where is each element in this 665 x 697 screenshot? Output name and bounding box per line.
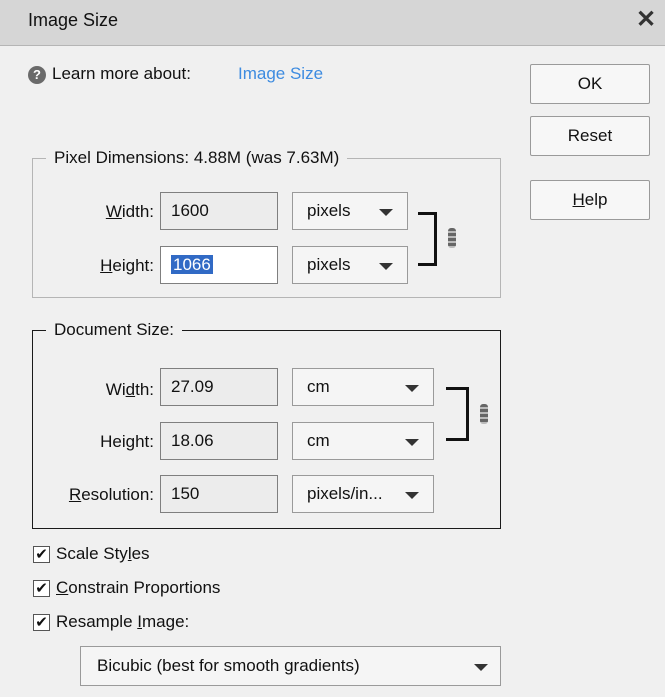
resample-image-label[interactable]: Resample Image:: [56, 612, 189, 632]
resolution-unit-value: pixels/in...: [307, 484, 383, 503]
pixel-width-unit-value: pixels: [307, 201, 351, 220]
chevron-down-icon: [405, 439, 419, 446]
dialog-title: Image Size: [28, 10, 119, 30]
resolution-field[interactable]: 150: [160, 475, 278, 513]
constrain-bracket-bottom: [418, 263, 436, 266]
pixel-height-field[interactable]: 1066: [160, 246, 278, 284]
reset-button[interactable]: Reset: [530, 116, 650, 156]
scale-styles-label[interactable]: Scale Styles: [56, 544, 150, 564]
help-button-label-post: elp: [584, 190, 608, 209]
document-height-unit-value: cm: [307, 431, 330, 450]
doc-constrain-bracket-bottom: [446, 438, 468, 441]
constrain-label-post: onstrain Proportions: [68, 578, 221, 597]
pixel-width-label-mnemonic: W: [105, 202, 122, 221]
constrain-proportions-label[interactable]: Constrain Proportions: [56, 578, 220, 598]
chevron-down-icon: [405, 492, 419, 499]
document-width-field[interactable]: 27.09: [160, 368, 278, 406]
document-width-label-pre: Wi: [105, 380, 126, 399]
chain-link-icon: [480, 404, 488, 424]
document-height-unit-select[interactable]: cm: [292, 422, 434, 460]
document-width-label-mnemonic: d: [125, 380, 136, 399]
document-height-label-post: ht:: [135, 432, 154, 451]
close-icon[interactable]: ✕: [632, 6, 660, 34]
help-circle-icon: ?: [28, 66, 46, 84]
learn-more-label: Learn more about:: [52, 64, 191, 83]
pixel-height-label-text: eight:: [112, 256, 154, 275]
chevron-down-icon: [379, 263, 393, 270]
document-width-label-post: th:: [135, 380, 154, 399]
pixel-width-unit-select[interactable]: pixels: [292, 192, 408, 230]
document-width-label: Width:: [40, 380, 154, 400]
pixel-width-label: Width:: [60, 202, 154, 222]
resample-method-select[interactable]: Bicubic (best for smooth gradients): [80, 646, 501, 686]
chevron-down-icon: [474, 664, 488, 671]
resample-image-checkbox[interactable]: ✔: [33, 614, 50, 631]
chain-link-icon: [448, 228, 456, 248]
document-height-field[interactable]: 18.06: [160, 422, 278, 460]
pixel-height-label-mnemonic: H: [100, 256, 113, 275]
scale-styles-label-pre: Scale Sty: [56, 544, 128, 563]
document-height-label-mnemonic: g: [125, 432, 136, 451]
chevron-down-icon: [379, 209, 393, 216]
resolution-label: Resolution:: [40, 485, 154, 505]
ok-button[interactable]: OK: [530, 64, 650, 104]
doc-constrain-bracket-top: [446, 387, 468, 390]
document-size-legend: Document Size:: [46, 320, 182, 340]
document-width-unit-value: cm: [307, 377, 330, 396]
pixel-dimensions-legend: Pixel Dimensions: 4.88M (was 7.63M): [46, 148, 348, 168]
pixel-height-label: Height:: [60, 256, 154, 276]
resample-method-value: Bicubic (best for smooth gradients): [97, 656, 360, 675]
scale-styles-checkbox[interactable]: ✔: [33, 546, 50, 563]
pixel-height-unit-value: pixels: [307, 255, 351, 274]
doc-constrain-bracket-vertical: [466, 387, 469, 441]
help-button[interactable]: Help: [530, 180, 650, 220]
resolution-label-mnemonic: R: [68, 485, 82, 504]
pixel-width-label-text: idth:: [121, 202, 154, 221]
resample-label-pre: Resample: [56, 612, 138, 631]
resample-label-post: mage:: [142, 612, 190, 631]
constrain-proportions-checkbox[interactable]: ✔: [33, 580, 50, 597]
document-width-unit-select[interactable]: cm: [292, 368, 434, 406]
pixel-height-unit-select[interactable]: pixels: [292, 246, 408, 284]
learn-more-link[interactable]: Image Size: [238, 64, 323, 84]
constrain-bracket-vertical: [434, 212, 437, 266]
document-height-label-pre: Hei: [100, 432, 126, 451]
help-button-label-mnemonic: H: [572, 190, 585, 209]
constrain-label-mnemonic: C: [56, 578, 69, 597]
document-height-label: Height:: [40, 432, 154, 452]
scale-styles-label-post: es: [131, 544, 150, 563]
pixel-height-selected-text: 1066: [171, 255, 213, 274]
resolution-label-text: esolution:: [81, 485, 154, 504]
pixel-width-field[interactable]: 1600: [160, 192, 278, 230]
chevron-down-icon: [405, 385, 419, 392]
resolution-unit-select[interactable]: pixels/in...: [292, 475, 434, 513]
